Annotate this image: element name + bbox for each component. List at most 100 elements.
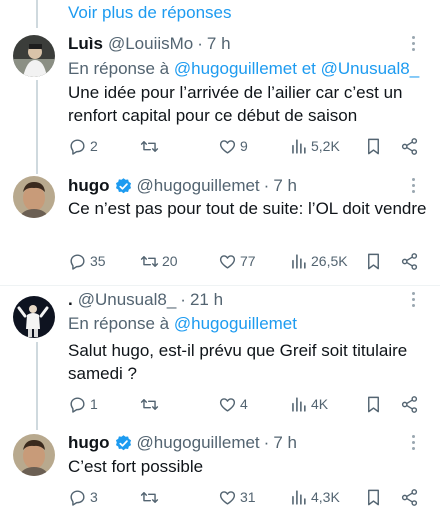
verified-badge-icon: [115, 177, 131, 193]
more-options-icon[interactable]: [412, 178, 416, 196]
more-options-icon[interactable]: [412, 435, 416, 453]
more-options-icon[interactable]: [412, 36, 416, 54]
share-button[interactable]: [400, 393, 419, 415]
action-bar: 3 31 4,3K: [68, 486, 428, 508]
share-button[interactable]: [400, 486, 419, 508]
action-bar: 35 20 77 26,5K: [68, 250, 428, 272]
separator-dot: ·: [263, 433, 270, 452]
reply-prefix: En réponse à: [68, 314, 170, 333]
reply-context: En réponse à @hugoguillemet et @Unusual8…: [68, 58, 419, 80]
like-button[interactable]: 4: [218, 393, 248, 415]
reply-button[interactable]: 35: [68, 250, 106, 272]
share-button[interactable]: [400, 135, 419, 157]
thread-line-top: [36, 0, 38, 28]
verified-badge-icon: [115, 434, 131, 450]
separator-dot: ·: [197, 34, 203, 53]
like-count: 4: [240, 396, 248, 412]
like-icon: [219, 397, 236, 412]
reply-mention-link[interactable]: @Unusual8_: [321, 59, 420, 78]
author-name[interactable]: hugo: [68, 175, 110, 197]
author-name[interactable]: Luìs: [68, 33, 103, 55]
reply-icon: [70, 138, 85, 155]
retweet-button[interactable]: [140, 135, 162, 157]
action-bar: 2 9 5,2K: [68, 135, 428, 157]
views-icon: [292, 138, 306, 154]
share-icon: [401, 252, 418, 270]
retweet-button[interactable]: 20: [140, 250, 178, 272]
timestamp[interactable]: 7 h: [207, 33, 231, 55]
thread-line-3: [36, 342, 38, 430]
bookmark-icon: [368, 489, 379, 505]
views-count: 4,3K: [311, 489, 340, 505]
share-icon: [401, 488, 418, 506]
like-count: 9: [240, 138, 248, 154]
timestamp[interactable]: 7 h: [273, 432, 297, 454]
more-options-icon[interactable]: [412, 292, 416, 310]
bookmark-icon: [368, 138, 379, 154]
avatar[interactable]: [13, 434, 55, 476]
reply-icon: [70, 396, 85, 413]
avatar[interactable]: [13, 176, 55, 218]
like-icon: [219, 490, 236, 505]
share-icon: [401, 137, 418, 155]
like-button[interactable]: 31: [218, 486, 256, 508]
author-name[interactable]: .: [68, 289, 73, 311]
reply-mention-link[interactable]: @hugoguillemet: [174, 59, 297, 78]
bookmark-button[interactable]: [364, 486, 383, 508]
reply-count: 1: [90, 396, 98, 412]
tweet-header: Luìs @LouiisMo · 7 h: [68, 33, 231, 55]
like-count: 77: [240, 253, 256, 269]
author-handle[interactable]: @hugoguillemet: [137, 175, 260, 197]
action-bar: 1 4 4K: [68, 393, 428, 415]
views-button[interactable]: 26,5K: [289, 250, 348, 272]
tweet-text: Salut hugo, est-il prévu que Greif soit …: [68, 341, 408, 383]
author-handle[interactable]: @Unusual8_: [78, 289, 177, 311]
reply-count: 35: [90, 253, 106, 269]
tweet-header: hugo @hugoguillemet · 7 h: [68, 175, 297, 197]
separator-dot: ·: [263, 176, 270, 195]
author-name[interactable]: hugo: [68, 432, 110, 454]
avatar[interactable]: [13, 35, 55, 77]
reply-button[interactable]: 2: [68, 135, 98, 157]
tweet-header: hugo @hugoguillemet · 7 h: [68, 432, 297, 454]
reply-mention-link[interactable]: @hugoguillemet: [174, 314, 297, 333]
tweet-text: Ce n’est pas pour tout de suite: l’OL do…: [68, 199, 427, 218]
tweet-header: . @Unusual8_ · 21 h: [68, 289, 223, 311]
author-handle[interactable]: @hugoguillemet: [137, 432, 260, 454]
bookmark-button[interactable]: [364, 250, 383, 272]
timestamp[interactable]: 7 h: [273, 175, 297, 197]
views-count: 26,5K: [311, 253, 348, 269]
reply-count: 3: [90, 489, 98, 505]
retweet-icon: [140, 140, 159, 152]
bookmark-icon: [368, 253, 379, 269]
reply-and: et: [301, 59, 316, 78]
like-icon: [219, 139, 236, 154]
author-handle[interactable]: @LouiisMo: [108, 33, 193, 55]
show-more-replies-link[interactable]: Voir plus de réponses: [68, 3, 232, 23]
reply-icon: [70, 253, 85, 270]
bookmark-button[interactable]: [364, 393, 383, 415]
views-button[interactable]: 4K: [289, 393, 328, 415]
reply-button[interactable]: 3: [68, 486, 98, 508]
reply-button[interactable]: 1: [68, 393, 98, 415]
retweet-button[interactable]: [140, 393, 162, 415]
views-icon: [292, 253, 306, 269]
views-icon: [292, 489, 306, 505]
tweet-text: C’est fort possible: [68, 457, 204, 476]
avatar[interactable]: [13, 296, 55, 338]
reply-context: En réponse à @hugoguillemet: [68, 313, 297, 335]
like-button[interactable]: 9: [218, 135, 248, 157]
reply-count: 2: [90, 138, 98, 154]
share-button[interactable]: [400, 250, 419, 272]
views-button[interactable]: 5,2K: [289, 135, 340, 157]
like-button[interactable]: 77: [218, 250, 256, 272]
reply-icon: [70, 489, 85, 506]
views-count: 5,2K: [311, 138, 340, 154]
retweet-icon: [140, 398, 159, 410]
bookmark-button[interactable]: [364, 135, 383, 157]
timestamp[interactable]: 21 h: [190, 289, 223, 311]
retweet-count: 20: [162, 253, 178, 269]
retweet-button[interactable]: [140, 486, 162, 508]
tweet-text: Une idée pour l’arrivée de l’ailier car …: [68, 83, 403, 125]
views-button[interactable]: 4,3K: [289, 486, 340, 508]
